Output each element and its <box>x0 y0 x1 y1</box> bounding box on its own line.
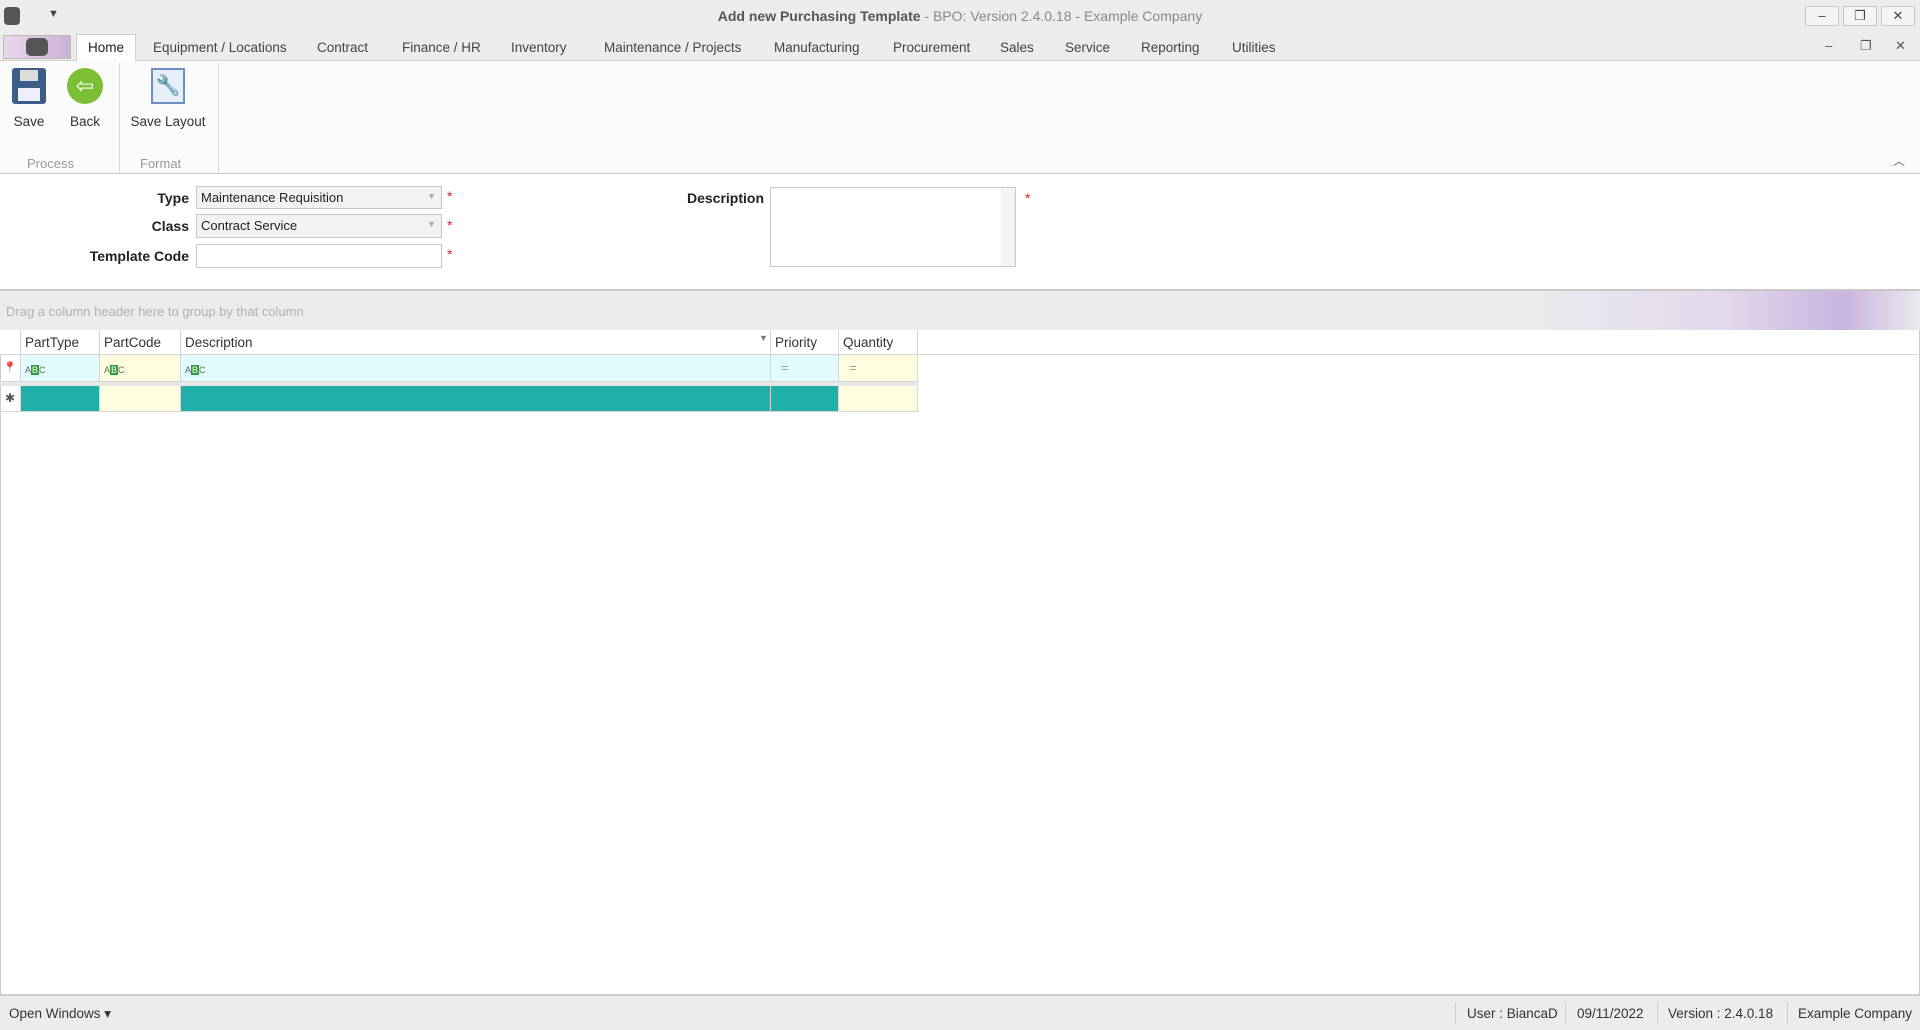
type-dropdown[interactable]: Maintenance Requisition ▼ <box>196 186 442 209</box>
filter-cell-partcode[interactable]: ABC <box>100 355 181 382</box>
back-button[interactable]: ⇦ Back <box>62 68 108 129</box>
status-divider <box>1565 1002 1566 1024</box>
new-row-cell-parttype[interactable] <box>21 386 100 412</box>
tab-home[interactable]: Home <box>76 34 136 62</box>
back-label: Back <box>69 114 100 129</box>
application-menu-button[interactable] <box>3 35 71 59</box>
restore-button[interactable]: ❐ <box>1843 6 1877 26</box>
filter-row-pin-icon: 📍 <box>0 355 21 382</box>
status-company: Example Company <box>1798 1006 1913 1021</box>
mdi-restore-button[interactable]: ❐ <box>1860 38 1872 54</box>
filter-cell-quantity[interactable]: = <box>839 355 918 382</box>
status-user: User : BiancaD <box>1467 1006 1558 1021</box>
new-row-indicator-icon: ✱ <box>0 386 21 412</box>
close-button[interactable]: ✕ <box>1881 6 1915 26</box>
group-label-format: Format <box>140 156 182 171</box>
status-divider <box>1657 1002 1658 1024</box>
tab-inventory[interactable]: Inventory <box>511 40 567 55</box>
save-button[interactable]: Save <box>6 68 52 129</box>
window-title: Add new Purchasing Template - BPO: Versi… <box>717 8 1203 24</box>
status-divider <box>1787 1002 1788 1024</box>
tab-procurement[interactable]: Procurement <box>893 40 970 55</box>
column-header-description[interactable]: Description <box>181 330 771 355</box>
column-header-quantity[interactable]: Quantity <box>839 330 918 355</box>
tab-utilities[interactable]: Utilities <box>1232 40 1276 55</box>
status-version: Version : 2.4.0.18 <box>1668 1006 1774 1021</box>
new-row-cell-description[interactable] <box>181 386 771 412</box>
required-indicator: * <box>1025 190 1031 206</box>
template-code-label: Template Code <box>89 248 189 264</box>
floppy-disk-icon <box>12 68 46 104</box>
class-value: Contract Service <box>201 218 298 233</box>
status-divider <box>1455 1002 1456 1024</box>
type-label: Type <box>157 190 189 206</box>
new-row-cell-partcode[interactable] <box>100 386 181 412</box>
save-layout-label: Save Layout <box>130 114 206 129</box>
open-windows-menu[interactable]: Open Windows ▾ <box>9 1006 111 1022</box>
tab-reporting[interactable]: Reporting <box>1141 40 1200 55</box>
description-textarea[interactable] <box>770 187 1016 267</box>
tab-finance-hr[interactable]: Finance / HR <box>402 40 481 55</box>
text-filter-icon: ABC <box>104 365 125 375</box>
collapse-ribbon-icon[interactable]: ︿ <box>1893 152 1905 169</box>
type-value: Maintenance Requisition <box>201 190 344 205</box>
column-header-partcode[interactable]: PartCode <box>100 330 181 355</box>
description-label: Description <box>686 190 764 206</box>
filter-cell-description[interactable]: ABC <box>181 355 771 382</box>
template-code-input[interactable] <box>196 244 442 268</box>
ribbon-group-divider <box>119 63 120 173</box>
required-indicator: * <box>447 188 453 204</box>
tab-service[interactable]: Service <box>1065 40 1110 55</box>
text-filter-icon: ABC <box>185 365 206 375</box>
mdi-close-button[interactable]: ✕ <box>1895 38 1906 54</box>
back-arrow-icon: ⇦ <box>67 68 103 104</box>
group-label-process: Process <box>27 156 74 171</box>
tab-contract[interactable]: Contract <box>317 40 368 55</box>
mdi-minimize-button[interactable]: – <box>1825 38 1832 53</box>
chevron-down-icon: ▼ <box>427 191 436 201</box>
required-indicator: * <box>447 217 453 233</box>
header-line <box>918 354 1918 355</box>
column-header-priority[interactable]: Priority <box>771 330 839 355</box>
required-indicator: * <box>447 246 453 262</box>
tab-equipment-locations[interactable]: Equipment / Locations <box>153 40 287 55</box>
new-row-cell-priority[interactable] <box>771 386 839 412</box>
app-logo-icon <box>26 38 48 56</box>
status-date: 09/11/2022 <box>1577 1006 1644 1021</box>
row-indicator-header <box>0 330 21 355</box>
column-header-parttype[interactable]: PartType <box>21 330 100 355</box>
grid <box>0 330 1920 995</box>
save-layout-button[interactable]: 🔧 Save Layout <box>126 68 210 129</box>
ribbon <box>0 61 1920 174</box>
filter-cell-parttype[interactable]: ABC <box>21 355 100 382</box>
tab-maintenance-projects[interactable]: Maintenance / Projects <box>604 40 741 55</box>
chevron-down-icon: ▼ <box>427 219 436 229</box>
class-dropdown[interactable]: Contract Service ▼ <box>196 214 442 238</box>
minimize-button[interactable]: – <box>1805 6 1839 26</box>
group-by-hint: Drag a column header here to group by th… <box>6 304 304 319</box>
text-filter-icon: ABC <box>25 365 46 375</box>
new-row-cell-quantity[interactable] <box>839 386 918 412</box>
class-label: Class <box>151 218 189 234</box>
filter-cell-priority[interactable]: = <box>771 355 839 382</box>
filter-icon[interactable]: ▼ <box>759 333 768 343</box>
scrollbar[interactable] <box>1001 188 1015 266</box>
layout-wrench-icon: 🔧 <box>151 68 185 104</box>
tab-manufacturing[interactable]: Manufacturing <box>774 40 860 55</box>
ribbon-group-divider <box>218 63 219 173</box>
save-label: Save <box>13 114 45 129</box>
tab-sales[interactable]: Sales <box>1000 40 1034 55</box>
